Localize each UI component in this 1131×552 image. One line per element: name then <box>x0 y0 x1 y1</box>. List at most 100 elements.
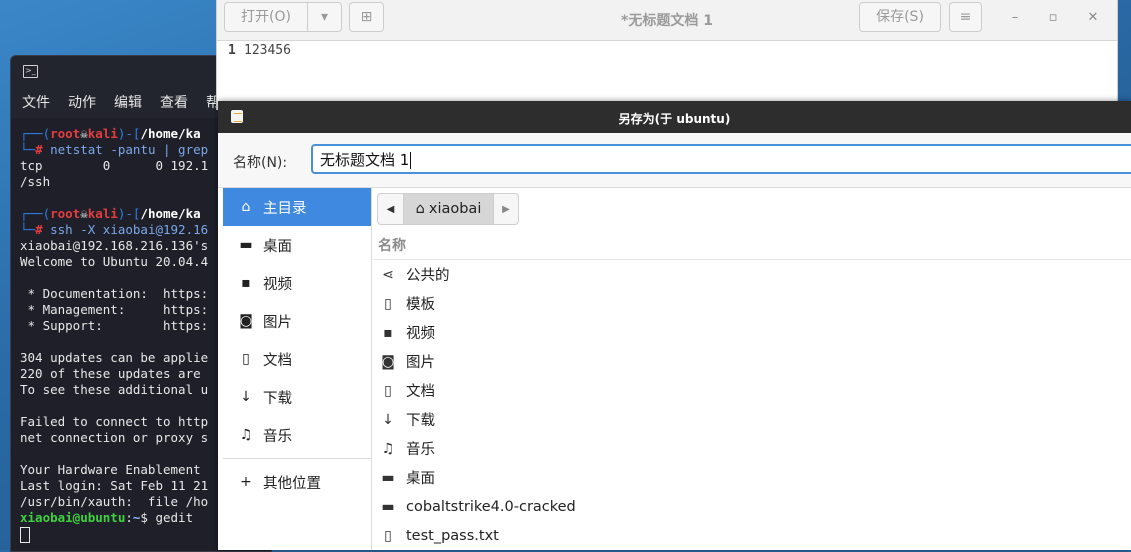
places-sidebar: ⌂ 主目录 ▬ 桌面 ▪ 视频 ◙ 图片 ▯ 文档 ↓ 下载 ♫ 音乐 + 其他位置 <box>223 188 372 550</box>
text-cursor <box>410 152 412 169</box>
shell-colon: : <box>125 510 133 525</box>
file-list-item[interactable]: ↓ 下载 <box>373 405 1131 434</box>
prompt-command: netstat -pantu | grep <box>50 142 209 157</box>
dialog-title: 另存为(于 ubuntu) <box>618 112 731 126</box>
plus-icon: + <box>240 474 252 490</box>
shell-dollar: $ <box>140 510 156 525</box>
text-editor[interactable]: 1 123456 <box>217 41 1117 63</box>
column-header-name[interactable]: 名称 <box>373 234 1131 260</box>
sidebar-divider <box>223 458 371 459</box>
sidebar-item-label: 主目录 <box>263 200 307 217</box>
file-list-item[interactable]: ▪ 视频 <box>373 318 1131 347</box>
chevron-right-icon: ▶ <box>502 203 510 215</box>
video-icon: ▪ <box>383 324 393 341</box>
minimize-icon[interactable]: – <box>1007 10 1023 25</box>
sidebar-item-video[interactable]: ▪ 视频 <box>223 264 371 302</box>
prompt-path: /home/ka <box>140 126 201 141</box>
music-icon: ♫ <box>239 427 253 443</box>
file-list-item[interactable]: ▯ 文档 <box>373 376 1131 405</box>
hamburger-menu-button[interactable]: ≡ <box>949 2 982 32</box>
prompt-hash: # <box>35 142 51 157</box>
document-icon: ▯ <box>384 527 392 544</box>
prompt-bracket: ┌──( <box>20 206 51 221</box>
file-list-item[interactable]: ▬ 桌面 <box>373 463 1131 492</box>
music-icon: ♫ <box>381 440 395 457</box>
prompt-user: root <box>50 126 81 141</box>
filename-input[interactable]: 无标题文档 1 <box>311 144 1131 174</box>
document-icon: ▯ <box>242 351 250 367</box>
sidebar-item-document[interactable]: ▯ 文档 <box>223 340 371 378</box>
file-name: 模板 <box>406 297 435 313</box>
prompt-command: ssh -X xiaobai@192.16 <box>50 222 209 237</box>
sidebar-item-label: 音乐 <box>263 428 292 445</box>
sidebar-item-download[interactable]: ↓ 下载 <box>223 378 371 416</box>
gedit-headerbar: 打开(O) ▾ ⊞ *无标题文档 1 保存(S) ≡ – ▫ ✕ <box>217 0 1117 41</box>
file-list-item[interactable]: ♫ 音乐 <box>373 434 1131 463</box>
file-list-item[interactable]: ◙ 图片 <box>373 347 1131 376</box>
sidebar-item-music[interactable]: ♫ 音乐 <box>223 416 371 454</box>
prompt-host: kali <box>87 206 118 221</box>
prompt-bracket: )-[ <box>117 126 141 141</box>
sidebar-item-label: 文档 <box>263 352 292 369</box>
sidebar-item-label: 图片 <box>263 314 292 331</box>
file-list-item[interactable]: ▯ 模板 <box>373 289 1131 318</box>
dialog-titlebar[interactable]: 另存为(于 ubuntu) <box>218 101 1131 133</box>
shell-userhost: xiaobai@ubuntu <box>20 510 126 525</box>
home-icon: ⌂ <box>241 199 251 215</box>
camera-icon: ◙ <box>381 353 395 370</box>
document-icon: ▯ <box>384 382 392 399</box>
file-list-item[interactable]: ▬ cobaltstrike4.0-cracked <box>373 492 1131 521</box>
filename-value: 无标题文档 1 <box>320 151 410 169</box>
gedit-window[interactable]: 打开(O) ▾ ⊞ *无标题文档 1 保存(S) ≡ – ▫ ✕ 1 12345… <box>216 0 1118 110</box>
sidebar-item-label: 其他位置 <box>263 475 321 492</box>
path-bar: ◀ ⌂ xiaobai ▶ <box>377 193 519 225</box>
prompt-bracket: ┌──( <box>20 126 51 141</box>
save-as-dialog[interactable]: 另存为(于 ubuntu) 名称(N): 无标题文档 1 ⌂ 主目录 ▬ 桌面 ▪ 视频 ◙… <box>218 101 1131 550</box>
path-segment-label: xiaobai <box>428 201 482 217</box>
terminal-cursor <box>20 526 30 543</box>
sidebar-item-camera[interactable]: ◙ 图片 <box>223 302 371 340</box>
terminal-menu-item[interactable]: 动作 <box>65 92 99 112</box>
terminal-menu-item[interactable]: 文件 <box>19 92 53 112</box>
file-name: 图片 <box>406 355 435 371</box>
maximize-icon[interactable]: ▫ <box>1045 10 1061 25</box>
template-icon: ▯ <box>384 295 392 312</box>
file-name: 公共的 <box>406 268 450 284</box>
sidebar-item-other-locations[interactable]: + 其他位置 <box>223 463 371 501</box>
sidebar-item-folder[interactable]: ▬ 桌面 <box>223 226 371 264</box>
close-icon[interactable]: ✕ <box>1085 10 1101 25</box>
path-segment-home[interactable]: ⌂ xiaobai <box>404 193 493 225</box>
filename-label: 名称(N): <box>233 155 288 171</box>
share-icon: ⋖ <box>382 266 394 283</box>
terminal-menu-item[interactable]: 编辑 <box>111 92 145 112</box>
sidebar-item-home[interactable]: ⌂ 主目录 <box>223 188 371 226</box>
path-forward-button[interactable]: ▶ <box>493 193 519 225</box>
download-icon: ↓ <box>382 411 394 428</box>
file-name: 视频 <box>406 326 435 342</box>
file-name: 音乐 <box>406 442 435 458</box>
file-list-item[interactable]: ⋖ 公共的 <box>373 260 1131 289</box>
home-icon: ⌂ <box>415 201 425 217</box>
line-number: 1 <box>228 43 236 58</box>
sidebar-item-label: 下载 <box>263 390 292 407</box>
prompt-path: /home/ka <box>140 206 201 221</box>
skull-icon: ☠ <box>80 206 88 221</box>
file-list[interactable]: 名称 ⋖ 公共的 ▯ 模板 ▪ 视频 ◙ 图片 ▯ 文档 ↓ 下载 ♫ 音乐 ▬ 桌面 ▬ cobaltstrik… <box>373 234 1131 550</box>
folder-icon: ▬ <box>381 469 395 486</box>
window-title: *无标题文档 1 <box>621 13 713 29</box>
file-name: 桌面 <box>406 471 435 487</box>
prompt-corner: └─ <box>20 142 36 157</box>
file-name: cobaltstrike4.0-cracked <box>406 498 576 515</box>
filename-row: 名称(N): 无标题文档 1 <box>218 133 1131 188</box>
terminal-menu-item[interactable]: 查看 <box>157 92 191 112</box>
prompt-bracket: )-[ <box>117 206 141 221</box>
prompt-user: root <box>50 206 81 221</box>
path-back-button[interactable]: ◀ <box>377 193 404 225</box>
file-list-item[interactable]: ▯ test_pass.txt <box>373 521 1131 550</box>
video-icon: ▪ <box>241 275 251 291</box>
file-name: 文档 <box>406 384 435 400</box>
editor-line[interactable]: 123456 <box>244 43 291 58</box>
folder-icon: ▬ <box>239 237 253 253</box>
sidebar-item-label: 视频 <box>263 276 292 293</box>
save-button[interactable]: 保存(S) <box>859 2 941 32</box>
